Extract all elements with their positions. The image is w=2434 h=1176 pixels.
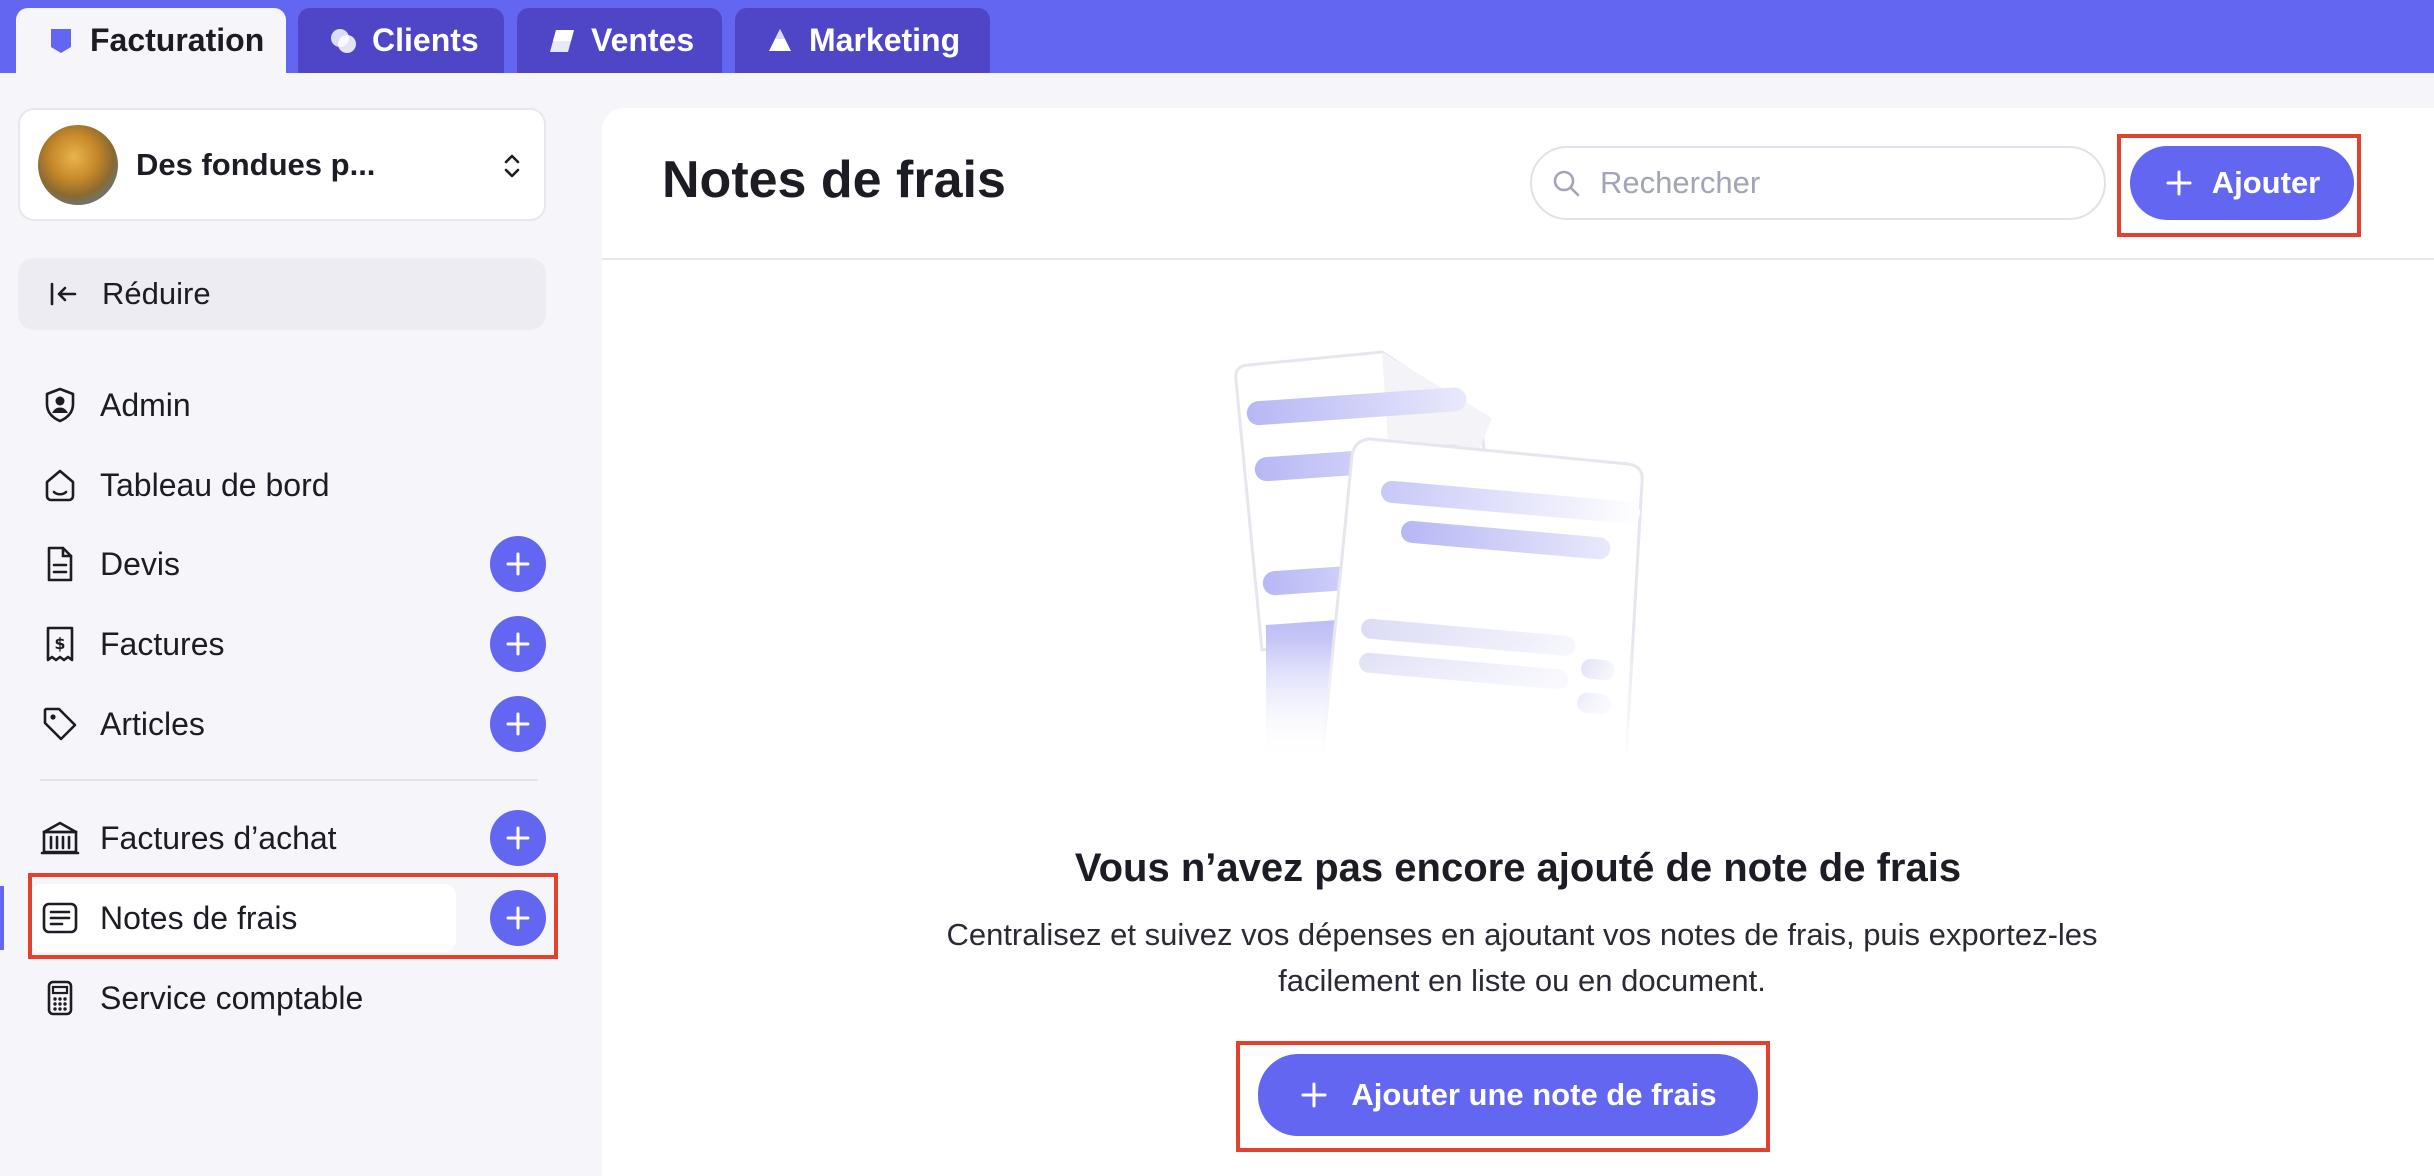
active-item-marker: [0, 886, 4, 950]
ventes-icon: [547, 26, 577, 56]
document-icon: [47, 546, 73, 582]
search-input[interactable]: [1600, 165, 2080, 201]
add-article-button[interactable]: [490, 696, 546, 752]
add-expense-note-label: Ajouter une note de frais: [1351, 1077, 1717, 1112]
plus-icon: [506, 552, 530, 576]
company-switcher[interactable]: Des fondues p...: [18, 108, 546, 221]
shield-user-icon: [45, 387, 75, 423]
search-icon: [1553, 170, 1580, 197]
sidebar-item-admin[interactable]: Admin: [40, 375, 460, 435]
main-header: Notes de frais Ajouter: [602, 108, 2434, 260]
add-button[interactable]: Ajouter: [2130, 146, 2354, 220]
sidebar-item-label: Devis: [100, 545, 181, 582]
tab-label: Marketing: [809, 22, 961, 58]
add-facture-achat-button[interactable]: [490, 810, 546, 866]
sidebar-item-label: Service comptable: [100, 979, 364, 1016]
collapse-label: Réduire: [102, 276, 211, 311]
sidebar-item-label: Admin: [100, 386, 191, 423]
add-expense-note-button[interactable]: Ajouter une note de frais: [1258, 1054, 1758, 1136]
add-note-de-frais-button[interactable]: [490, 890, 546, 946]
collapse-sidebar-button[interactable]: Réduire: [18, 258, 546, 330]
clients-icon: [328, 26, 358, 56]
sidebar-item-tableau-de-bord[interactable]: Tableau de bord: [40, 455, 460, 515]
search-box[interactable]: [1530, 146, 2106, 220]
plus-icon: [1301, 1082, 1327, 1108]
sidebar-item-label: Tableau de bord: [100, 466, 330, 503]
sidebar-item-notes-de-frais[interactable]: Notes de frais: [40, 888, 460, 948]
note-icon: [42, 902, 78, 934]
sidebar-item-label: Notes de frais: [100, 899, 298, 936]
tab-clients[interactable]: Clients: [298, 8, 504, 73]
sidebar-item-label: Factures: [100, 625, 225, 662]
invoice-dollar-icon: $: [46, 626, 74, 662]
collapse-left-icon: [50, 282, 77, 306]
plus-icon: [2166, 170, 2192, 196]
add-devis-button[interactable]: [490, 536, 546, 592]
empty-state-description: Centralisez et suivez vos dépenses en aj…: [946, 917, 2098, 998]
sidebar-item-articles[interactable]: Articles: [40, 694, 460, 754]
bank-icon: [40, 821, 80, 855]
main-panel: Notes de frais Ajouter: [602, 108, 2434, 1176]
sidebar-item-devis[interactable]: Devis: [40, 534, 460, 594]
tab-label: Ventes: [591, 22, 695, 58]
top-tab-bar: Facturation Clients Ventes Marketing: [0, 0, 2434, 73]
empty-state-illustration: [1222, 350, 1842, 760]
calculator-icon: [47, 980, 73, 1016]
tab-ventes[interactable]: Ventes: [517, 8, 722, 73]
tab-facturation[interactable]: Facturation: [16, 8, 286, 73]
plus-icon: [506, 632, 530, 656]
sidebar-item-service-comptable[interactable]: Service comptable: [40, 968, 460, 1028]
marketing-icon: [765, 26, 795, 56]
chevron-up-down-icon: [504, 154, 520, 178]
sidebar-item-factures-achat[interactable]: Factures d’achat: [40, 808, 460, 868]
company-avatar: [38, 124, 118, 205]
sidebar-divider: [40, 779, 538, 781]
tab-marketing[interactable]: Marketing: [735, 8, 990, 73]
tag-icon: [43, 707, 77, 741]
plus-icon: [506, 826, 530, 850]
sidebar-item-label: Factures d’achat: [100, 819, 337, 856]
empty-state-title: Vous n’avez pas encore ajouté de note de…: [1074, 846, 1962, 890]
facturation-icon: [46, 26, 76, 56]
sidebar-item-factures[interactable]: $ Factures: [40, 614, 460, 674]
dashboard-icon: [45, 469, 75, 502]
add-facture-button[interactable]: [490, 616, 546, 672]
svg-text:$: $: [54, 634, 65, 653]
plus-icon: [506, 712, 530, 736]
sidebar-item-label: Articles: [100, 705, 205, 742]
plus-icon: [506, 906, 530, 930]
company-name: Des fondues p...: [136, 146, 376, 182]
tab-label: Clients: [372, 22, 479, 58]
add-button-label: Ajouter: [2211, 165, 2321, 200]
tab-label: Facturation: [90, 22, 265, 58]
page-title: Notes de frais: [662, 151, 1006, 209]
